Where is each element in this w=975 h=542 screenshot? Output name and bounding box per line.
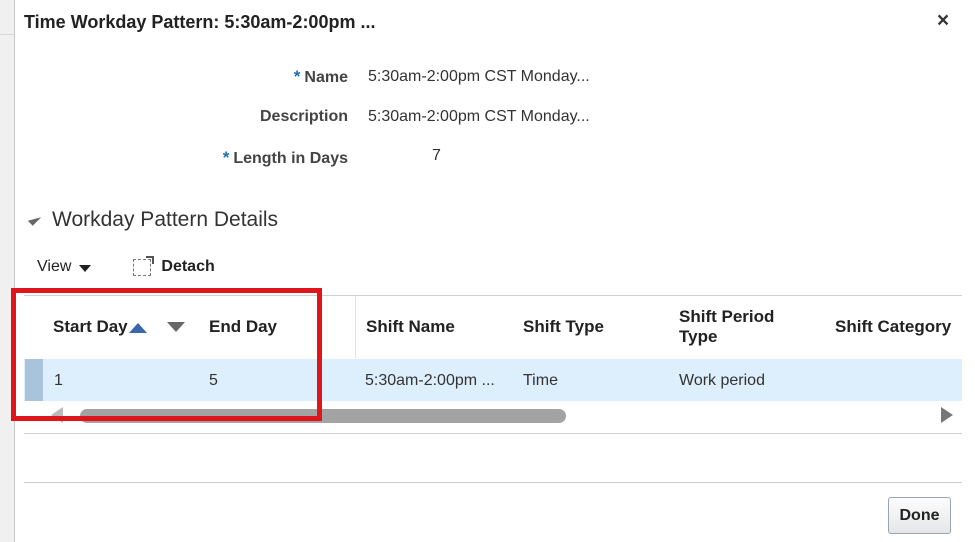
name-label-text: Name — [304, 69, 348, 86]
dialog-title: Time Workday Pattern: 5:30am-2:00pm ... — [24, 12, 376, 32]
section-title: Workday Pattern Details — [52, 208, 279, 231]
chevron-down-icon — [79, 264, 92, 272]
done-button[interactable]: Done — [888, 497, 951, 534]
detach-icon — [133, 255, 155, 276]
description-value: 5:30am-2:00pm CST Monday... — [368, 108, 590, 125]
scroll-left-icon[interactable] — [51, 407, 63, 423]
column-header-shift-type[interactable]: Shift Type — [523, 317, 604, 337]
cell-shift-period-type: Work period — [679, 372, 765, 389]
length-label-text: Length in Days — [233, 150, 348, 167]
scroll-right-icon[interactable] — [941, 407, 953, 423]
collapse-triangle-icon[interactable] — [27, 212, 42, 226]
view-label: View — [37, 258, 72, 275]
section-header[interactable]: Workday Pattern Details — [27, 208, 279, 232]
required-marker: * — [222, 148, 230, 167]
cell-shift-name: 5:30am-2:00pm ... — [365, 372, 495, 389]
cell-shift-type: Time — [523, 372, 558, 389]
column-header-shift-category[interactable]: Shift Category — [835, 317, 951, 337]
column-header-shift-name[interactable]: Shift Name — [366, 317, 455, 337]
cell-start-day: 1 — [54, 372, 63, 389]
table-header-row: Start Day End Day Shift Name Shift Type … — [24, 296, 962, 358]
workday-pattern-table: Start Day End Day Shift Name Shift Type … — [24, 295, 962, 434]
column-header-end-day[interactable]: End Day — [209, 317, 277, 337]
column-header-shift-period-type[interactable]: Shift Period Type — [679, 307, 809, 347]
footer-divider — [24, 482, 962, 483]
workday-pattern-dialog: Time Workday Pattern: 5:30am-2:00pm ... … — [14, 0, 975, 542]
cell-end-day: 5 — [209, 372, 218, 389]
name-label: * Name — [15, 67, 348, 87]
scrollbar-thumb[interactable] — [80, 409, 566, 423]
length-value: 7 — [432, 147, 441, 164]
row-selector[interactable] — [25, 359, 43, 401]
view-menu-button[interactable]: View — [37, 258, 92, 276]
column-header-start-day[interactable]: Start Day — [53, 317, 147, 337]
table-row[interactable]: 1 5 5:30am-2:00pm ... Time Work period — [24, 359, 962, 401]
column-separator[interactable] — [355, 296, 356, 358]
sort-descending-icon[interactable] — [167, 322, 185, 332]
description-label-text: Description — [259, 108, 348, 125]
horizontal-scrollbar[interactable] — [24, 404, 962, 424]
required-marker: * — [293, 67, 301, 86]
description-label: Description — [15, 108, 348, 126]
detach-label: Detach — [161, 258, 215, 275]
sort-ascending-icon[interactable] — [128, 322, 147, 333]
detach-button[interactable]: Detach — [133, 255, 215, 276]
length-label: * Length in Days — [15, 148, 348, 168]
close-icon[interactable]: × — [933, 10, 953, 32]
start-day-header-text: Start Day — [53, 317, 128, 336]
name-value: 5:30am-2:00pm CST Monday... — [368, 68, 590, 85]
table-toolbar: View Detach — [37, 255, 215, 276]
